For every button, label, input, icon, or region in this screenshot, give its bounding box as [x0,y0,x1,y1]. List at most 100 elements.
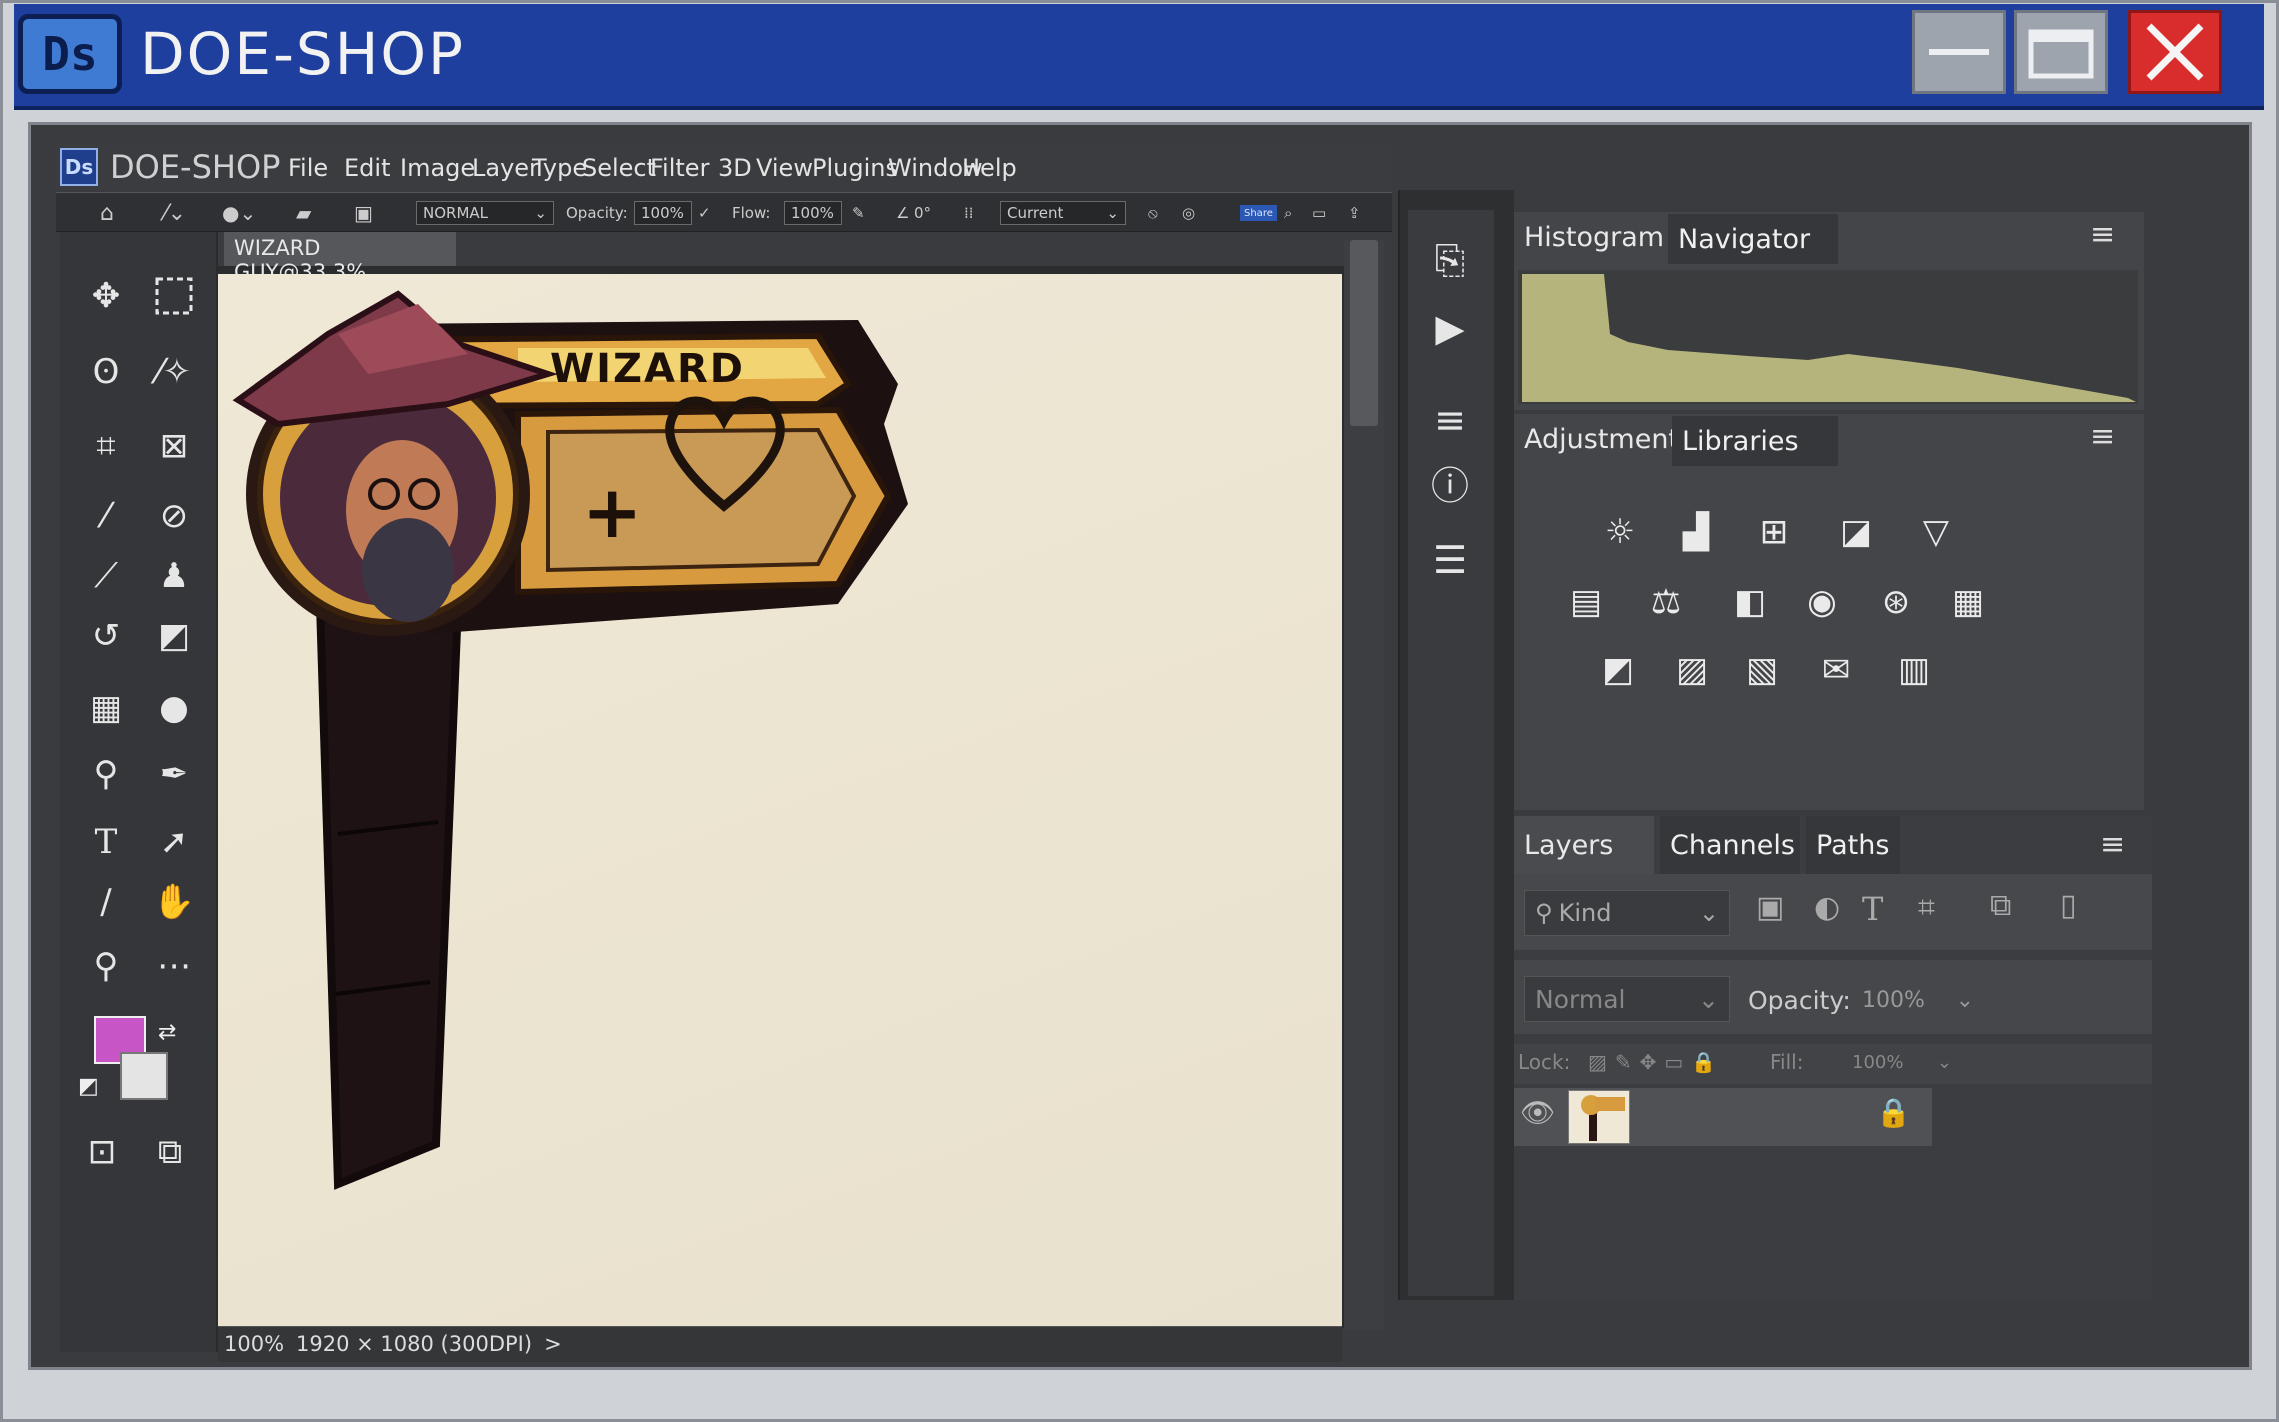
menu-file[interactable]: File [288,154,328,182]
invert-icon[interactable]: ◩ [1588,644,1648,696]
lock-icons[interactable]: ▨✎✥▭🔒 [1588,1050,1724,1074]
visibility-eye-icon[interactable]: 👁 [1520,1096,1556,1129]
pixel-filter-icon[interactable]: ▣ [1756,890,1784,925]
color-lookup-icon[interactable]: ▦ [1938,576,1998,628]
line-icon[interactable]: ∕ [78,874,134,930]
hand-icon[interactable]: ✋ [146,874,202,930]
move-icon[interactable]: ✥ [78,268,134,324]
target-icon[interactable]: ◎ [1182,201,1195,225]
gradient-map-icon[interactable]: ▥ [1884,644,1944,696]
filter-toggle-icon[interactable]: ▯ [2060,888,2077,923]
more-icon[interactable]: ⋯ [146,938,202,994]
menu-plugins[interactable]: Plugins [812,154,898,182]
flow-input[interactable]: 100% [784,201,842,225]
info-icon[interactable]: ⓘ [1414,454,1486,510]
selective-color-icon[interactable]: ✉ [1806,644,1866,696]
dodge-icon[interactable]: ⚲ [78,746,134,802]
swap-colors-icon[interactable]: ⇄ [158,1020,176,1045]
history-icon[interactable]: ⎘ [1414,232,1486,288]
tab-paths[interactable]: Paths [1806,816,1900,874]
menu-select[interactable]: Select [582,154,656,182]
default-colors-icon[interactable]: ◩ [78,1074,99,1099]
menu-filter[interactable]: Filter [650,154,709,182]
brush-icon[interactable]: ⟋ [78,548,134,604]
type-icon[interactable]: T [78,814,134,870]
status-arrow[interactable]: > [544,1332,562,1356]
menu-view[interactable]: View [756,154,813,182]
type-filter-icon[interactable]: T [1862,890,1883,928]
stamp-icon[interactable]: ♟ [146,548,202,604]
menu-image[interactable]: Image [400,154,475,182]
brightness-icon[interactable]: ☼ [1590,506,1650,558]
tab-histogram[interactable]: Histogram [1514,212,1674,262]
layer-lock-icon[interactable]: 🔒 [1876,1096,1911,1129]
threshold-icon[interactable]: ▧ [1732,644,1792,696]
menu-edit[interactable]: Edit [344,154,390,182]
zoom-icon[interactable]: ⚲ [78,938,134,994]
zoom-level[interactable]: 100% [224,1332,284,1356]
brush-size-icon[interactable]: ●⌄ [222,201,256,225]
menu-help[interactable]: Help [962,154,1017,182]
gradient-icon[interactable]: ▦ [78,680,134,736]
magic-wand-icon[interactable]: ⁄✧ [146,344,202,400]
color-balance-icon[interactable]: ⚖ [1636,576,1696,628]
symmetry-icon[interactable]: ⁞⁞ [964,201,974,225]
background-color-swatch[interactable] [120,1052,168,1100]
angle-value[interactable]: 0° [914,201,931,225]
tab-navigator[interactable]: Navigator [1668,214,1838,264]
quick-mask-icon[interactable]: ⊡ [74,1124,130,1180]
panel-menu-icon[interactable]: ≡ [2090,220,2120,250]
blur-icon[interactable]: ● [146,680,202,736]
layer-opacity-input[interactable]: 100% ⌄ [1862,988,1974,1020]
scrollbar-thumb[interactable] [1350,240,1378,426]
screen-mode-icon[interactable]: ⧉ [142,1124,198,1180]
properties-sliders-icon[interactable]: ≡ [1414,392,1486,448]
pressure-opacity-icon[interactable]: ✓ [698,201,711,225]
minimize-button[interactable] [1912,10,2006,94]
search-icon[interactable]: ⌕ [1284,201,1292,225]
exposure-icon[interactable]: ◪ [1826,506,1886,558]
marquee-icon[interactable] [146,268,202,324]
layer-kind-select[interactable]: ⚲ Kind ⌄ [1524,890,1730,936]
menu-layer[interactable]: Layer [472,154,539,182]
export-icon[interactable]: ⇪ [1348,201,1361,225]
eraser-icon[interactable]: ◩ [146,608,202,664]
blend-mode-select[interactable]: NORMAL ⌄ [416,201,554,225]
layer-thumbnail[interactable] [1568,1090,1630,1144]
layer-blend-select[interactable]: Normal ⌄ [1524,976,1730,1022]
menu-3d[interactable]: 3D [718,154,752,182]
lasso-icon[interactable]: ʘ [78,344,134,400]
frame-icon[interactable]: ⊠ [146,418,202,474]
maximize-button[interactable] [2014,10,2108,94]
posterize-icon[interactable]: ▨ [1662,644,1722,696]
brush-settings-icon[interactable]: ▰ [296,201,311,225]
smart-object-filter-icon[interactable]: ⧉ [1990,888,2011,923]
history-brush-icon[interactable]: ↺ [78,608,134,664]
close-button[interactable] [2128,10,2222,94]
curves-icon[interactable]: ⊞ [1744,506,1804,558]
healing-icon[interactable]: ⊘ [146,488,202,544]
workspace-icon[interactable]: ▭ [1312,201,1326,225]
hue-icon[interactable]: ▤ [1556,576,1616,628]
airbrush-icon[interactable]: ✎ [852,201,865,225]
pen-icon[interactable]: ✒ [146,746,202,802]
panel-menu-icon[interactable]: ≡ [2090,422,2120,452]
black-white-icon[interactable]: ◧ [1720,576,1780,628]
tab-libraries[interactable]: Libraries [1672,416,1838,466]
path-select-icon[interactable]: ➚ [146,814,202,870]
brush-preset-icon[interactable]: ⁄⌄ [164,201,186,226]
share-button[interactable]: Share [1240,205,1277,221]
actions-play-icon[interactable]: ▶ [1414,300,1486,356]
menu-type[interactable]: Type [532,154,587,182]
pressure-size-icon[interactable]: ⦸ [1148,201,1158,225]
home-icon[interactable]: ⌂ [100,201,114,226]
tab-layers[interactable]: Layers [1514,816,1654,874]
crop-icon[interactable]: ⌗ [78,418,134,474]
clone-source-icon[interactable]: ▣ [354,201,373,225]
vibrance-icon[interactable]: ▽ [1906,506,1966,558]
tab-channels[interactable]: Channels [1660,816,1800,874]
adjustment-filter-icon[interactable]: ◐ [1814,890,1840,925]
eyedropper-icon[interactable]: ⁄ [78,488,134,544]
opacity-input[interactable]: 100% [634,201,692,225]
document-tab[interactable]: WIZARD GUY@33.3% [224,232,456,284]
